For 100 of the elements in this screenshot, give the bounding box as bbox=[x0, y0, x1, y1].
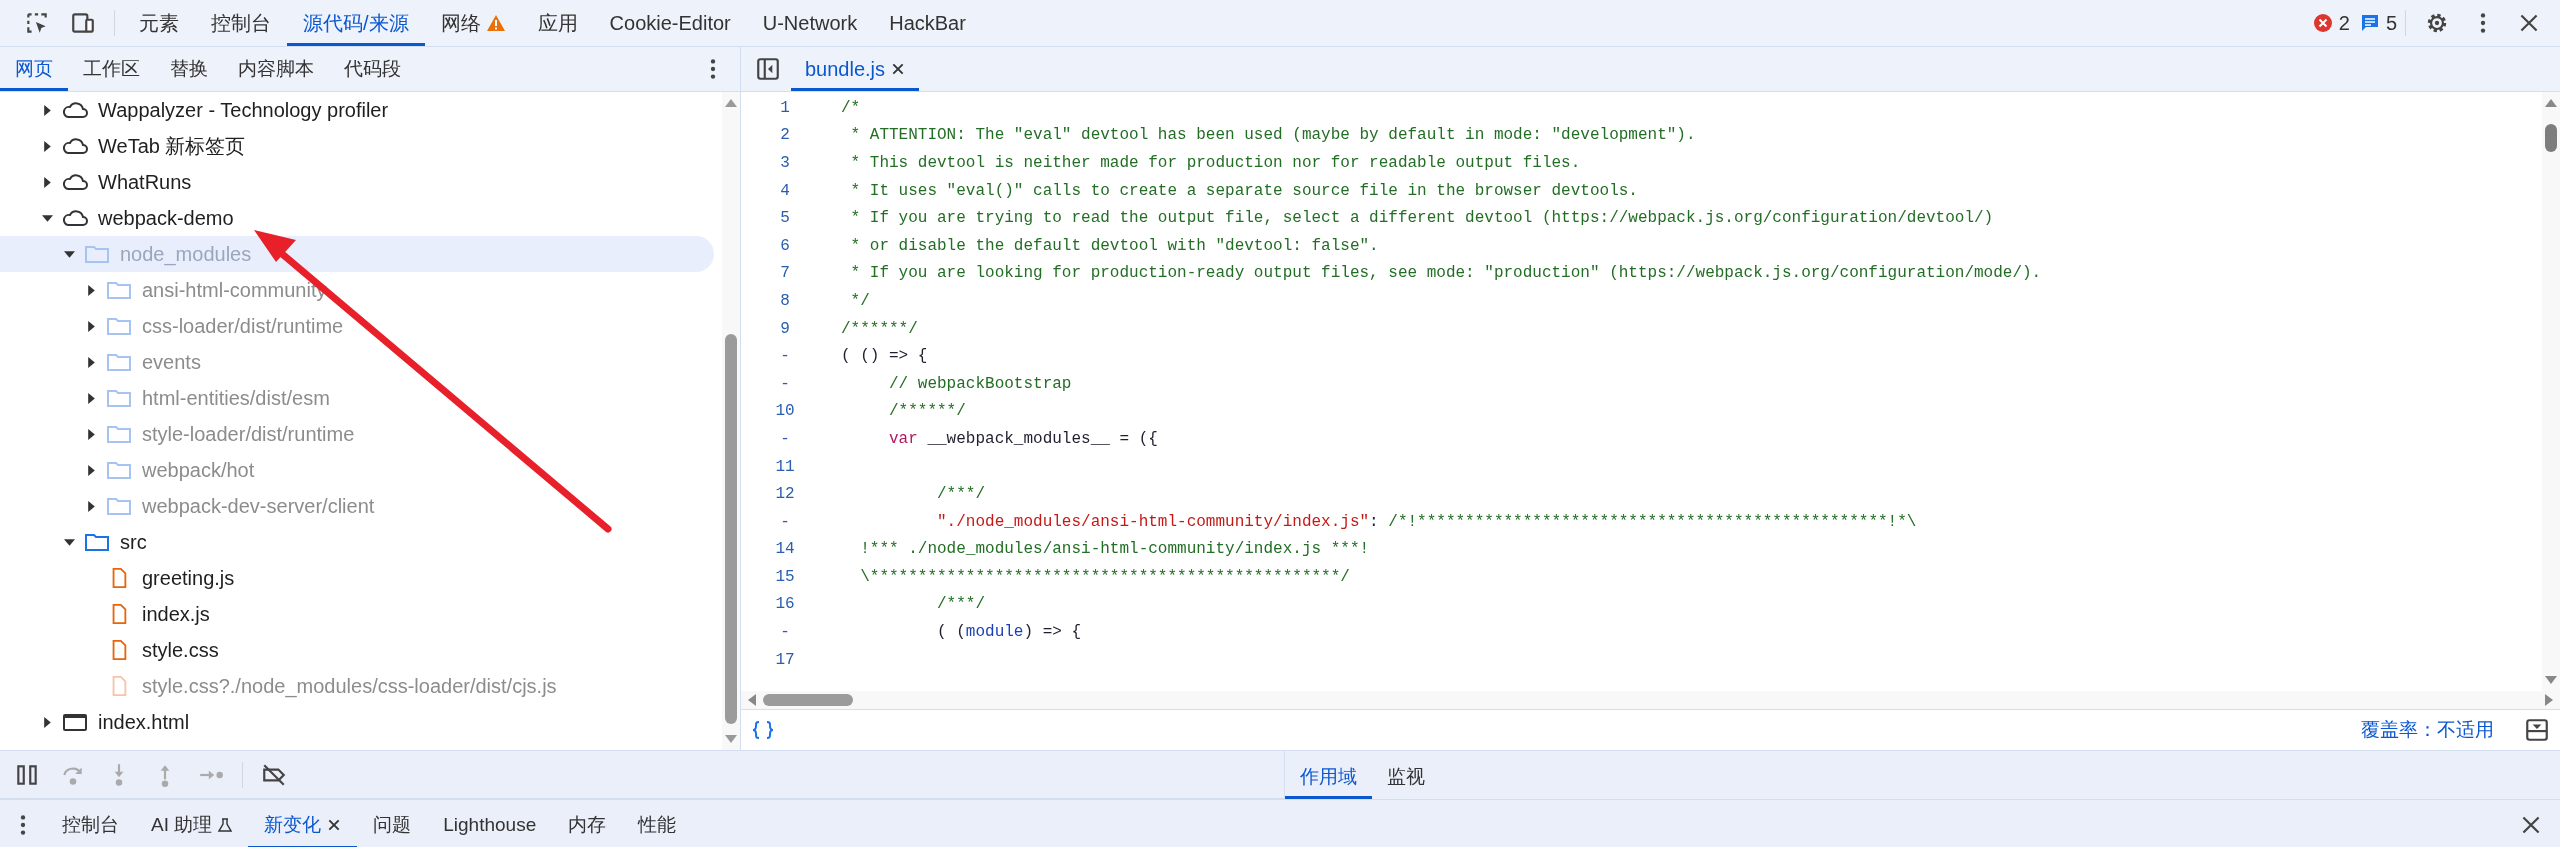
line-number: 11 bbox=[774, 457, 796, 476]
folder-icon bbox=[106, 352, 132, 372]
expand-icon[interactable] bbox=[85, 464, 97, 476]
cloud-icon bbox=[62, 208, 88, 228]
code-line: /******/ bbox=[888, 402, 966, 421]
navigator-tab[interactable]: 网页 bbox=[0, 47, 68, 91]
scroll-up-icon[interactable] bbox=[2545, 98, 2557, 108]
line-number: 7 bbox=[779, 264, 791, 283]
code-line: /******/ bbox=[841, 319, 918, 338]
collapse-icon[interactable] bbox=[41, 212, 53, 224]
panel-tab[interactable]: 控制台 bbox=[195, 0, 287, 46]
close-icon[interactable] bbox=[327, 817, 342, 832]
message-icon bbox=[2359, 13, 2380, 33]
tree-item[interactable]: style.css bbox=[0, 632, 714, 668]
tree-item[interactable]: index.js bbox=[0, 596, 714, 632]
tree-item[interactable]: greeting.js bbox=[0, 560, 714, 596]
line-number: - bbox=[779, 374, 791, 393]
expand-icon[interactable] bbox=[85, 284, 97, 296]
scrollbar-thumb[interactable] bbox=[725, 334, 737, 724]
scroll-down-icon[interactable] bbox=[725, 734, 737, 744]
close-icon[interactable] bbox=[891, 62, 906, 76]
folder-icon bbox=[106, 460, 132, 480]
sidebar-tab[interactable]: 监视 bbox=[1372, 755, 1440, 799]
coverage-link[interactable]: 覆盖率：不适用 bbox=[2361, 717, 2494, 743]
expand-icon[interactable] bbox=[41, 716, 53, 728]
scroll-left-icon[interactable] bbox=[747, 694, 757, 706]
line-number: - bbox=[779, 347, 791, 366]
code-line: \*************************************************/ bbox=[859, 567, 1350, 586]
navigator-tab[interactable]: 内容脚本 bbox=[223, 47, 329, 91]
navigator-tab[interactable]: 工作区 bbox=[68, 47, 155, 91]
expand-icon[interactable] bbox=[85, 356, 97, 368]
folder-icon bbox=[84, 532, 110, 552]
line-number: 1 bbox=[779, 98, 791, 117]
cloud-icon bbox=[62, 100, 88, 120]
collapse-icon[interactable] bbox=[63, 536, 75, 548]
error-icon bbox=[2312, 13, 2333, 33]
line-number: 17 bbox=[774, 650, 796, 669]
expand-icon[interactable] bbox=[85, 392, 97, 404]
tree-item[interactable]: index.html bbox=[0, 704, 714, 740]
code-line: /***/ bbox=[936, 595, 986, 614]
device-icon[interactable] bbox=[70, 10, 96, 36]
panel-tab[interactable]: 网络 bbox=[424, 0, 522, 46]
cloud-icon bbox=[62, 172, 88, 192]
drawer-tab[interactable]: 控制台 bbox=[46, 800, 135, 847]
line-number: - bbox=[779, 623, 791, 642]
code-line: * or disable the default devtool with "devtool: false". bbox=[849, 236, 1379, 255]
drawer-tab[interactable]: 新变化 bbox=[248, 800, 358, 847]
warning-icon bbox=[485, 14, 506, 32]
code-line: * If you are looking for production-ready output files, see mode: "production" (https://webpack.js.org/configuration/mode/). bbox=[849, 264, 2042, 283]
expand-icon[interactable] bbox=[41, 176, 53, 188]
navigator-tab[interactable]: 替换 bbox=[155, 47, 223, 91]
panel-tab[interactable]: 应用 bbox=[521, 0, 594, 46]
file-tab[interactable]: bundle.js bbox=[791, 47, 920, 91]
folder-icon bbox=[106, 388, 132, 408]
code-line: */ bbox=[849, 291, 870, 310]
sidebar-toggle-icon[interactable] bbox=[755, 56, 781, 82]
drawer-tab[interactable]: 性能 bbox=[622, 800, 693, 847]
inspect-icon[interactable] bbox=[24, 10, 50, 36]
drawer-tab[interactable]: 内存 bbox=[552, 800, 623, 847]
line-number: 10 bbox=[774, 402, 796, 421]
tree-item[interactable]: WhatRuns bbox=[0, 164, 714, 200]
drawer-tab[interactable]: AI 助理 bbox=[135, 800, 249, 847]
expand-icon[interactable] bbox=[41, 104, 53, 116]
line-number: 12 bbox=[774, 485, 796, 504]
panel-tab[interactable]: HackBar bbox=[873, 0, 982, 46]
drawer-tab[interactable]: 问题 bbox=[357, 800, 428, 847]
message-count: 5 bbox=[2385, 11, 2397, 35]
panel-tab[interactable]: 元素 bbox=[123, 0, 195, 46]
expand-icon[interactable] bbox=[85, 320, 97, 332]
panel-tab[interactable]: U-Network bbox=[746, 0, 874, 46]
navigator-tab[interactable]: 代码段 bbox=[329, 47, 416, 91]
tree-item[interactable]: Wappalyzer - Technology profiler bbox=[0, 92, 714, 128]
scrollbar-thumb[interactable] bbox=[2545, 124, 2557, 152]
code-line: !*** ./node_modules/ansi-html-community/index.js ***! bbox=[859, 540, 1370, 559]
code-line: * If you are trying to read the output file, select a different devtool (https://webpack.js.org/configuration/devtool/) bbox=[849, 209, 1994, 228]
tree-item[interactable]: src bbox=[0, 524, 714, 560]
expand-icon[interactable] bbox=[85, 500, 97, 512]
panel-tab[interactable]: Cookie-Editor bbox=[593, 0, 747, 46]
expand-icon[interactable] bbox=[41, 140, 53, 152]
line-number: 5 bbox=[779, 209, 791, 228]
line-number: 16 bbox=[774, 595, 796, 614]
scroll-up-icon[interactable] bbox=[725, 98, 737, 108]
code-line: /***/ bbox=[936, 485, 986, 504]
drawer-tab[interactable]: Lighthouse bbox=[427, 800, 553, 847]
tree-item[interactable]: webpack-demo bbox=[0, 200, 714, 236]
flask-icon bbox=[218, 817, 233, 832]
tree-item[interactable]: WeTab 新标签页 bbox=[0, 128, 714, 164]
line-number: - bbox=[779, 512, 791, 531]
drawer-icon[interactable] bbox=[2524, 717, 2550, 743]
scrollbar-thumb[interactable] bbox=[763, 694, 853, 706]
folder-icon bbox=[106, 280, 132, 300]
code-line: * This devtool is neither made for production nor for readable output files. bbox=[849, 154, 1581, 172]
pretty-print-icon[interactable] bbox=[751, 720, 775, 740]
expand-icon[interactable] bbox=[85, 428, 97, 440]
scroll-down-icon[interactable] bbox=[2545, 675, 2557, 685]
collapse-icon[interactable] bbox=[63, 248, 75, 260]
frame-icon bbox=[62, 712, 88, 732]
error-count: 2 bbox=[2338, 11, 2350, 35]
scroll-right-icon[interactable] bbox=[2544, 694, 2554, 706]
code-line: ( () => { bbox=[841, 347, 928, 366]
